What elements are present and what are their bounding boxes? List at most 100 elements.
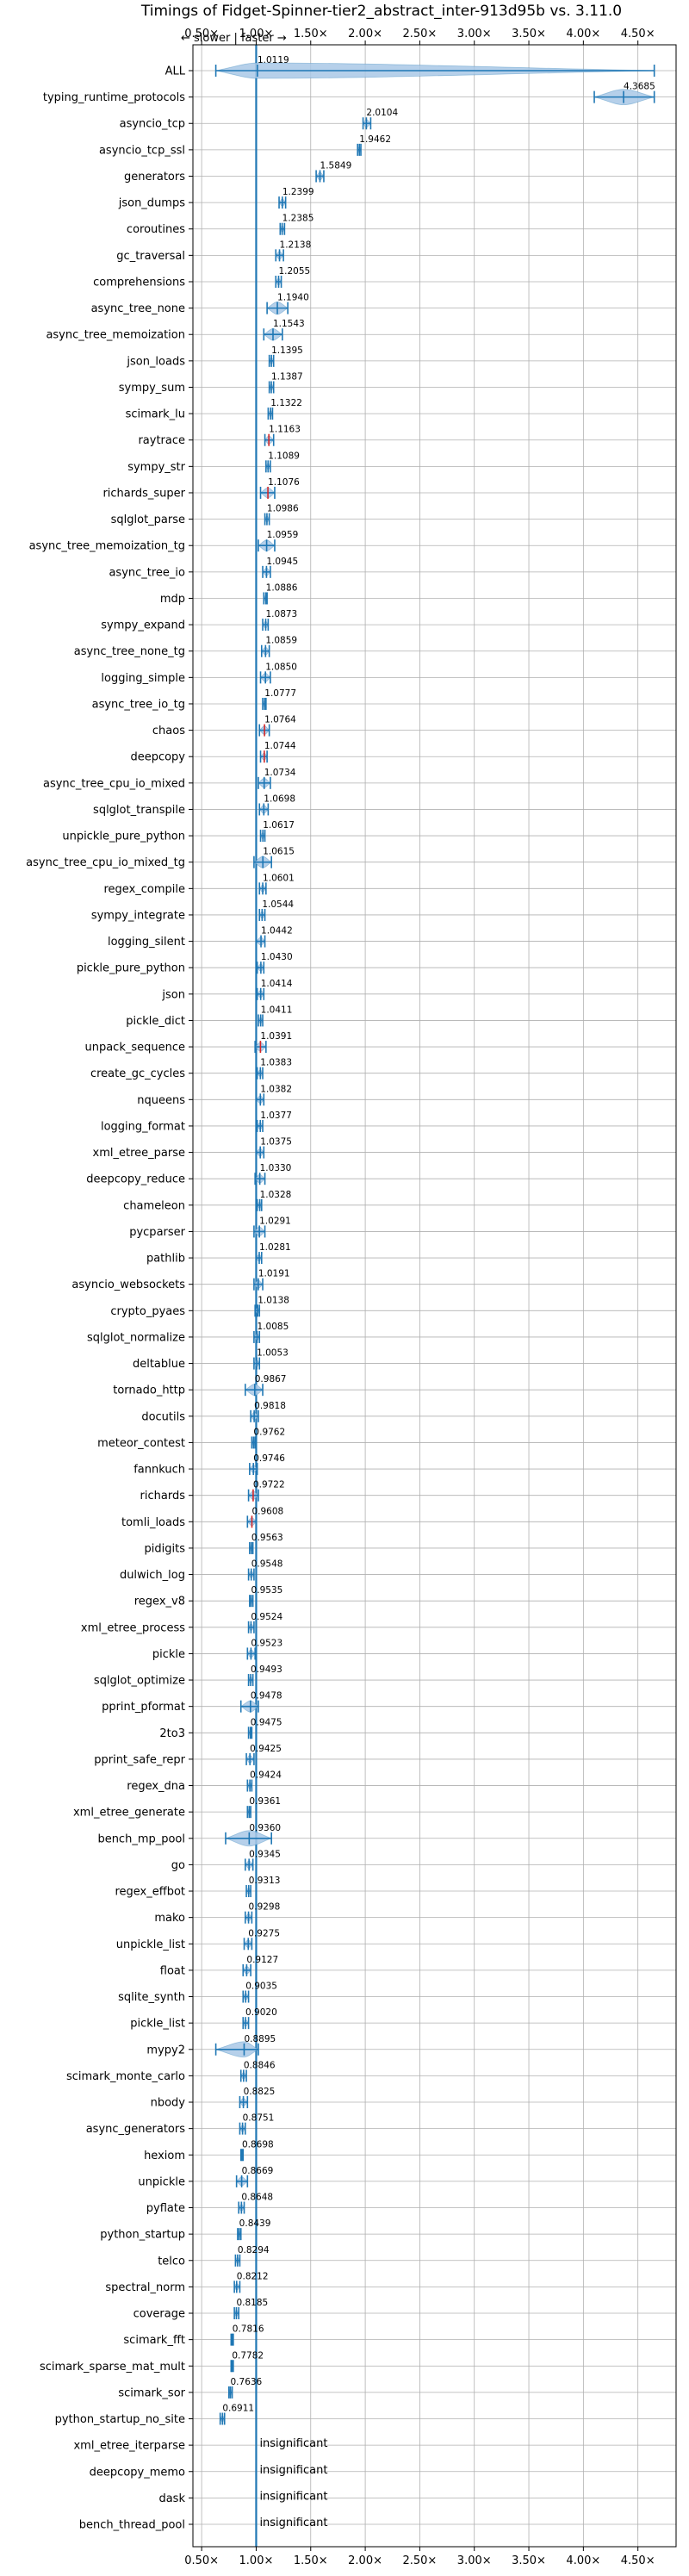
category-label: deltablue	[133, 1358, 185, 1371]
category-label: unpickle_list	[116, 1938, 185, 1951]
x-tick-label-bottom: 2.50×	[402, 2554, 437, 2567]
x-tick-label-top: 1.00×	[239, 28, 274, 40]
value-label: 0.7782	[232, 2350, 264, 2361]
category-label: json_loads	[126, 355, 185, 368]
category-label: scimark_sor	[118, 2386, 185, 2399]
value-label: 1.0764	[264, 715, 296, 725]
category-label: async_tree_io	[109, 566, 185, 579]
value-label: 0.6911	[222, 2404, 254, 2414]
value-label: 0.8846	[244, 2060, 276, 2070]
category-label: crypto_pyaes	[110, 1305, 185, 1318]
value-label: 1.1543	[273, 319, 305, 329]
category-label: sqlglot_transpile	[93, 804, 185, 817]
category-label: regex_compile	[103, 883, 185, 896]
category-label: bench_mp_pool	[97, 1832, 185, 1845]
category-label: sympy_str	[127, 461, 185, 474]
value-label: 1.0615	[263, 847, 295, 857]
category-label: async_tree_memoization_tg	[29, 540, 185, 553]
category-label: bench_thread_pool	[79, 2519, 185, 2532]
category-label: fannkuch	[133, 1464, 185, 1477]
category-label: deepcopy_memo	[90, 2466, 185, 2479]
value-label: 0.9762	[253, 1427, 285, 1437]
category-label: nbody	[151, 2097, 186, 2110]
x-tick-label-bottom: 0.50×	[184, 2554, 219, 2567]
value-label: 1.0383	[260, 1058, 292, 1068]
value-label: 1.0859	[265, 636, 297, 646]
category-label: scimark_lu	[126, 408, 185, 421]
category-label: sympy_integrate	[91, 909, 185, 922]
category-label: sqlglot_optimize	[94, 1675, 185, 1688]
category-label: richards_super	[102, 487, 185, 500]
value-label: 1.2055	[278, 266, 310, 277]
category-label: logging_silent	[108, 936, 185, 949]
value-label: 0.9478	[251, 1691, 282, 1702]
category-label: logging_format	[101, 1120, 185, 1133]
value-label: 1.0442	[261, 926, 293, 936]
value-label: 0.8294	[238, 2245, 270, 2256]
insignificant-label: insignificant	[259, 2464, 327, 2477]
insignificant-label: insignificant	[259, 2437, 327, 2450]
category-label: deepcopy	[130, 751, 185, 764]
value-label: 1.2385	[282, 214, 314, 224]
category-label: telco	[158, 2255, 185, 2268]
category-label: regex_effbot	[115, 1886, 185, 1899]
category-label: pickle_dict	[126, 1015, 185, 1028]
category-label: mypy2	[146, 2044, 185, 2056]
value-label: 1.0411	[261, 1005, 293, 1015]
value-label: 0.9475	[251, 1717, 282, 1727]
value-label: 0.9867	[255, 1374, 287, 1384]
value-label: 0.9424	[250, 1770, 282, 1781]
category-label: pickle	[152, 1648, 185, 1661]
value-label: 0.9275	[248, 1928, 280, 1938]
category-label: python_startup_no_site	[55, 2413, 185, 2426]
value-label: 2.0104	[366, 108, 398, 118]
value-label: 1.1940	[277, 293, 309, 303]
x-tick-label-top: 1.50×	[294, 28, 328, 40]
value-label: 1.5849	[320, 160, 352, 171]
category-label: xml_etree_process	[81, 1621, 185, 1634]
category-label: scimark_fft	[123, 2334, 185, 2347]
value-label: 0.9360	[249, 1823, 281, 1833]
category-label: async_tree_cpu_io_mixed_tg	[26, 856, 185, 869]
value-label: 1.0191	[258, 1269, 290, 1279]
category-label: unpack_sequence	[84, 1042, 185, 1055]
value-label: 1.0391	[260, 1031, 292, 1042]
value-label: 0.9127	[246, 1955, 278, 1965]
value-label: 1.0744	[264, 741, 296, 751]
value-label: 1.0777	[264, 688, 296, 699]
category-labels: ALL typing_runtime_protocols asyncio_tcpas…	[26, 65, 186, 2532]
category-label: ALL	[165, 65, 186, 78]
category-label: float	[160, 1964, 185, 1977]
category-label: create_gc_cycles	[90, 1067, 185, 1080]
value-label: 1.2399	[282, 187, 314, 197]
value-label: 0.9298	[249, 1902, 281, 1913]
category-label: xml_etree_parse	[93, 1147, 185, 1160]
value-label: 1.0414	[261, 979, 293, 989]
category-label: async_tree_none_tg	[74, 645, 185, 658]
category-label: go	[171, 1859, 185, 1872]
value-labels: 1.0119 4.3685 2.0104 1.9462 1.5849 1.2399 1.23…	[222, 55, 655, 2529]
value-label: 1.1163	[269, 425, 301, 435]
x-tick-label-bottom: 3.50×	[512, 2554, 546, 2567]
value-label: 0.7816	[233, 2324, 264, 2335]
category-label: async_tree_io_tg	[92, 698, 185, 711]
x-tick-label-bottom: 4.50×	[621, 2554, 655, 2567]
category-label: pathlib	[146, 1253, 185, 1266]
category-label: xml_etree_generate	[73, 1807, 185, 1820]
value-label: 1.0328	[260, 1190, 292, 1200]
category-label: pickle_pure_python	[77, 962, 185, 975]
category-label: spectral_norm	[105, 2281, 185, 2294]
x-tick-label-bottom: 1.50×	[294, 2554, 328, 2567]
category-label: tomli_loads	[121, 1516, 185, 1529]
category-label: scimark_monte_carlo	[66, 2070, 185, 2083]
category-label: regex_dna	[127, 1780, 185, 1793]
category-label: unpickle_pure_python	[62, 831, 185, 843]
value-label: 0.7636	[231, 2377, 263, 2387]
category-label: gc_traversal	[116, 250, 185, 263]
category-label: logging_simple	[101, 672, 185, 685]
category-label: comprehensions	[93, 276, 185, 289]
value-label: 0.9524	[251, 1612, 282, 1622]
category-label: nqueens	[137, 1094, 185, 1107]
category-label: generators	[124, 171, 185, 184]
category-label: pprint_safe_repr	[94, 1753, 185, 1766]
